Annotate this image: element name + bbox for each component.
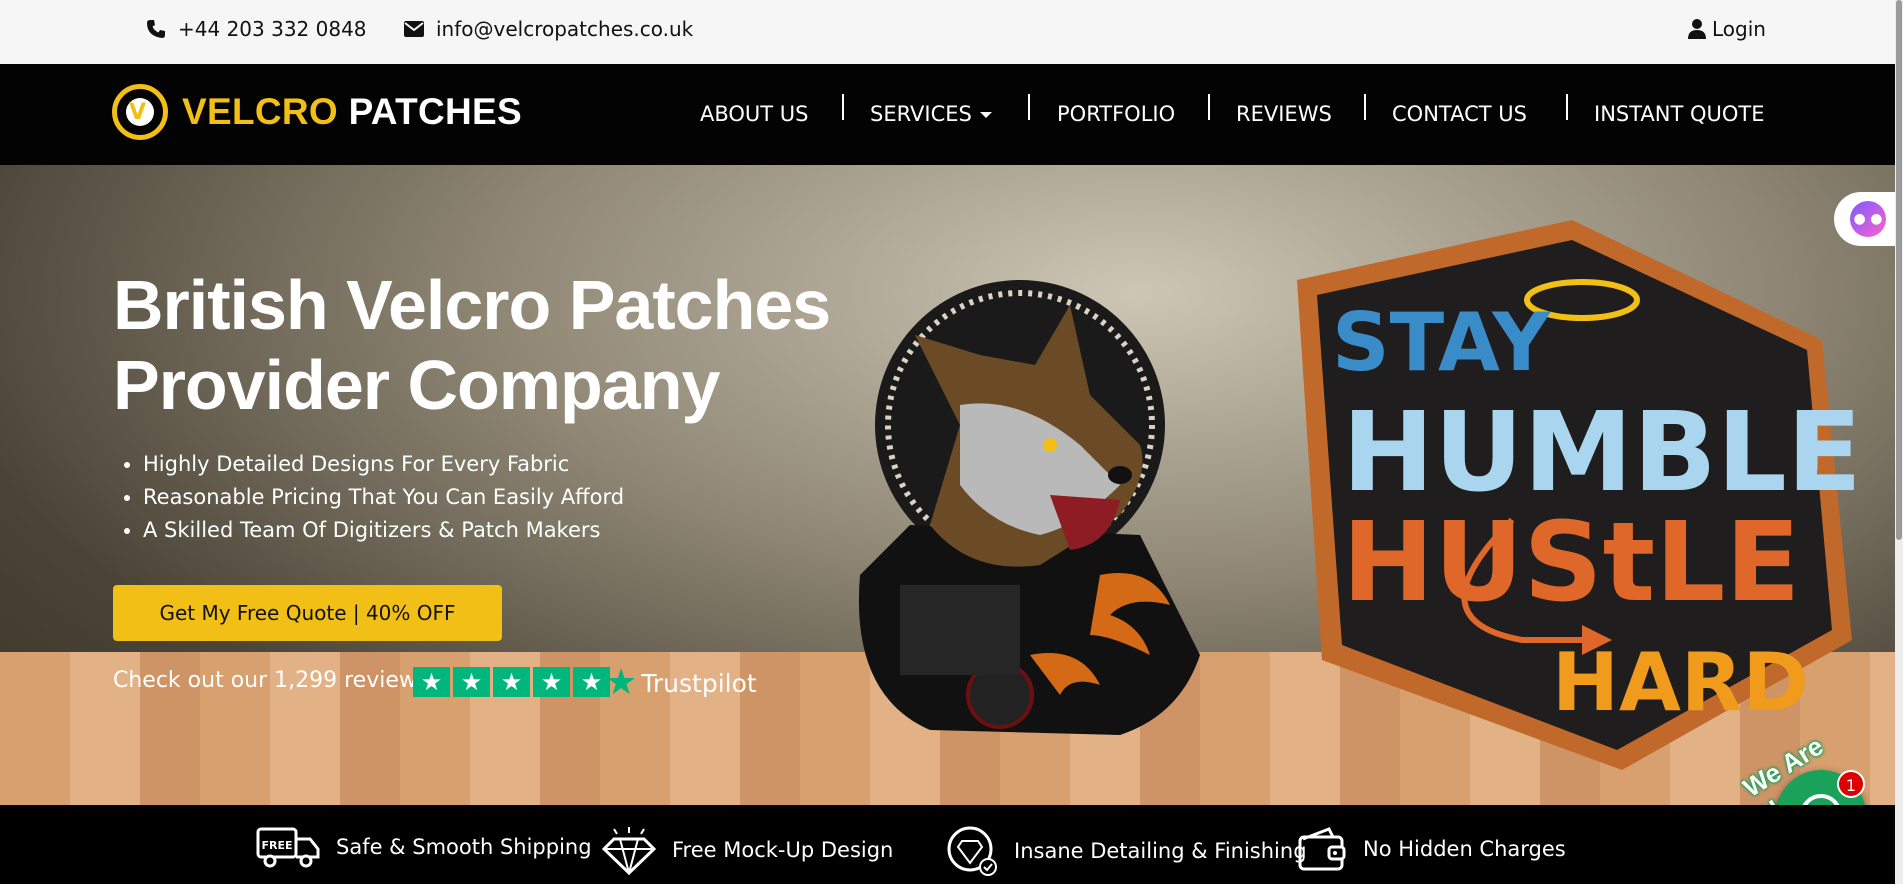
star-icon: ★ bbox=[413, 667, 450, 697]
envelope-icon bbox=[404, 21, 424, 37]
trustpilot-label: Trustpilot bbox=[641, 668, 757, 698]
phone-number: +44 203 332 0848 bbox=[178, 17, 367, 41]
patch-text-humble: HUMBLE bbox=[1342, 388, 1862, 516]
feature-label: Insane Detailing & Finishing bbox=[1014, 839, 1307, 863]
nav-divider bbox=[1028, 94, 1030, 120]
reviews-text[interactable]: Check out our 1,299 reviews bbox=[113, 668, 428, 693]
nav-divider bbox=[1566, 94, 1568, 120]
features-bar: FREE Safe & Smooth Shipping Free Mock-Up… bbox=[0, 805, 1895, 884]
hero-title-line2: Provider Company bbox=[113, 346, 720, 424]
nav-services-label: SERVICES bbox=[870, 102, 972, 126]
assistant-face-icon: ● ● bbox=[1850, 201, 1886, 237]
login-label: Login bbox=[1712, 17, 1766, 41]
patch-text-stay: STAY bbox=[1332, 296, 1551, 389]
top-contact-bar: +44 203 332 0848 info@velcropatches.co.u… bbox=[0, 0, 1903, 64]
feature-pricing: No Hidden Charges bbox=[1297, 825, 1566, 873]
nav-about-us[interactable]: ABOUT US bbox=[700, 102, 809, 126]
hero-title: British Velcro Patches Provider Company bbox=[113, 265, 833, 425]
nav-instant-quote[interactable]: INSTANT QUOTE bbox=[1594, 102, 1765, 126]
nav-portfolio[interactable]: PORTFOLIO bbox=[1057, 102, 1175, 126]
nav-services[interactable]: SERVICES bbox=[870, 102, 992, 126]
svg-text:FREE: FREE bbox=[261, 839, 292, 852]
nav-reviews[interactable]: REVIEWS bbox=[1236, 102, 1332, 126]
phone-icon bbox=[147, 20, 165, 38]
star-icon: ★ bbox=[453, 667, 490, 697]
logo-word-velcro: VELCRO bbox=[182, 91, 338, 132]
feature-label: Safe & Smooth Shipping bbox=[336, 835, 592, 859]
hero-section: British Velcro Patches Provider Company … bbox=[0, 165, 1895, 805]
nav-divider bbox=[1208, 94, 1210, 120]
logo-text: VELCRO PATCHES bbox=[182, 91, 522, 133]
logo-mark-icon: V bbox=[112, 84, 168, 140]
hero-bullets: Highly Detailed Designs For Every Fabric… bbox=[143, 448, 624, 547]
nav-divider bbox=[1364, 94, 1366, 120]
email-link[interactable]: info@velcropatches.co.uk bbox=[404, 17, 693, 41]
nav-contact-us[interactable]: CONTACT US bbox=[1392, 102, 1527, 126]
email-address: info@velcropatches.co.uk bbox=[436, 17, 694, 41]
user-icon bbox=[1688, 19, 1706, 39]
patch-text-hustle: HUStLE bbox=[1342, 498, 1800, 626]
free-quote-button[interactable]: Get My Free Quote | 40% OFF bbox=[113, 585, 502, 641]
bullet-item: Highly Detailed Designs For Every Fabric bbox=[143, 448, 624, 481]
chat-unread-badge: 1 bbox=[1837, 770, 1865, 798]
bullet-item: A Skilled Team Of Digitizers & Patch Mak… bbox=[143, 514, 624, 547]
stay-humble-patch-image: STAY HUMBLE HUStLE HARD bbox=[1297, 220, 1862, 770]
hero-title-line1: British Velcro Patches bbox=[113, 266, 831, 344]
assistant-widget[interactable]: ● ● bbox=[1834, 192, 1895, 246]
feature-shipping: FREE Safe & Smooth Shipping bbox=[256, 825, 592, 869]
star-icon: ★ bbox=[493, 667, 530, 697]
feature-mockup: Free Mock-Up Design bbox=[602, 825, 893, 875]
site-logo[interactable]: V VELCRO PATCHES bbox=[112, 84, 522, 140]
scrollbar-thumb[interactable] bbox=[1896, 0, 1902, 540]
logo-word-patches: PATCHES bbox=[348, 91, 522, 132]
main-header: V VELCRO PATCHES ABOUT US SERVICES PORTF… bbox=[0, 64, 1895, 165]
trustpilot-star-icon: ★ bbox=[605, 662, 638, 703]
diamond-icon bbox=[602, 827, 656, 875]
wallet-icon bbox=[1298, 827, 1346, 871]
trustpilot-logo[interactable]: ★ Trustpilot bbox=[605, 665, 757, 701]
star-icon: ★ bbox=[533, 667, 570, 697]
feature-detailing: Insane Detailing & Finishing bbox=[946, 825, 1307, 877]
trustpilot-rating[interactable]: ★ ★ ★ ★ ★ bbox=[413, 667, 610, 697]
wolf-patch-image bbox=[858, 280, 1200, 735]
feature-label: No Hidden Charges bbox=[1363, 837, 1566, 861]
phone-link[interactable]: +44 203 332 0848 bbox=[146, 17, 367, 41]
nav-divider bbox=[842, 94, 844, 120]
feature-label: Free Mock-Up Design bbox=[672, 838, 894, 862]
truck-icon: FREE bbox=[256, 827, 320, 868]
gem-badge-icon bbox=[947, 826, 997, 876]
login-link[interactable]: Login bbox=[1688, 17, 1766, 41]
bullet-item: Reasonable Pricing That You Can Easily A… bbox=[143, 481, 624, 514]
caret-down-icon bbox=[979, 112, 992, 118]
